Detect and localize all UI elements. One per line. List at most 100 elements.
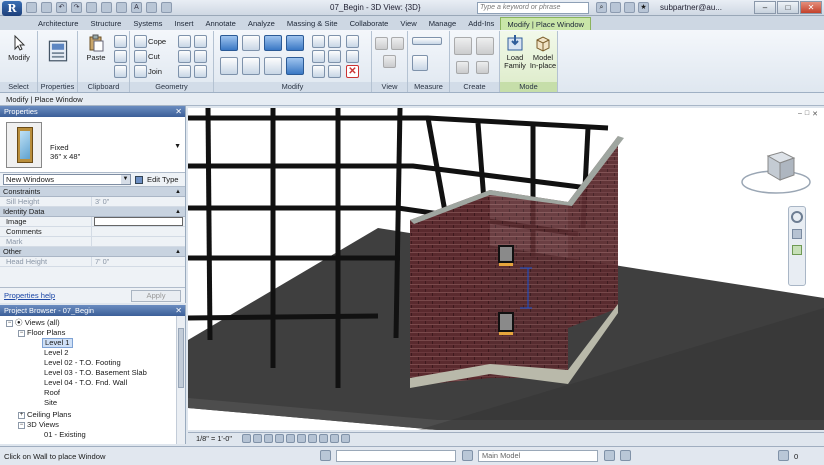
temporary-hide-icon[interactable]: [330, 434, 339, 443]
tree-node-site[interactable]: Site: [44, 398, 57, 408]
cut-geometry-icon[interactable]: [134, 50, 147, 63]
tree-node-01-existing[interactable]: 01 - Existing: [44, 430, 86, 440]
mirror-draw-icon[interactable]: [286, 35, 304, 51]
copy-element-icon[interactable]: [242, 57, 260, 75]
tree-node-roof[interactable]: Roof: [44, 388, 60, 398]
zoom-icon[interactable]: [792, 229, 802, 239]
linework-icon[interactable]: [383, 55, 396, 68]
split-gap-icon[interactable]: [328, 35, 341, 48]
browser-scrollbar[interactable]: [176, 316, 185, 444]
maximize-button[interactable]: □: [777, 1, 799, 14]
search-icon[interactable]: ⌕: [596, 2, 607, 13]
crop-view-icon[interactable]: [297, 434, 306, 443]
show-crop-icon[interactable]: [308, 434, 317, 443]
override-graphics-icon[interactable]: [391, 37, 404, 50]
load-family-button[interactable]: Load Family: [501, 34, 529, 70]
create-group-icon[interactable]: [456, 61, 469, 74]
tab-modify-place-window[interactable]: Modify | Place Window: [500, 17, 592, 30]
visual-style-icon[interactable]: [253, 434, 262, 443]
mark-field[interactable]: [92, 237, 185, 246]
tab-massing-site[interactable]: Massing & Site: [281, 17, 344, 30]
paint-icon[interactable]: [194, 35, 207, 48]
close-icon[interactable]: ✕: [175, 305, 182, 316]
redo-icon[interactable]: ↷: [71, 2, 82, 13]
tab-analyze[interactable]: Analyze: [242, 17, 281, 30]
match-type-icon[interactable]: [114, 65, 127, 78]
unlock-3d-icon[interactable]: [319, 434, 328, 443]
tab-manage[interactable]: Manage: [423, 17, 462, 30]
tab-insert[interactable]: Insert: [168, 17, 199, 30]
mirror-axis-icon[interactable]: [264, 35, 282, 51]
measure-distance-icon[interactable]: [412, 37, 442, 45]
tab-add-ins[interactable]: Add-Ins: [462, 17, 500, 30]
design-option-select[interactable]: Main Model: [478, 450, 598, 462]
tab-collaborate[interactable]: Collaborate: [344, 17, 395, 30]
type-selector[interactable]: Fixed 36" x 48" ▼: [0, 117, 185, 173]
collapse-icon[interactable]: ▲: [175, 247, 181, 257]
wall-joins-icon[interactable]: [178, 50, 191, 63]
delete-icon[interactable]: ✕: [346, 65, 359, 78]
collapse-icon[interactable]: −: [6, 319, 13, 327]
section-icon[interactable]: [161, 2, 172, 13]
array-icon[interactable]: [312, 50, 325, 63]
modify-button[interactable]: Modify: [3, 34, 35, 62]
chevron-down-icon[interactable]: ▼: [174, 143, 181, 150]
search-input[interactable]: Type a keyword or phrase: [477, 2, 589, 14]
group-constraints[interactable]: Constraints ▲: [0, 187, 185, 197]
apply-button[interactable]: Apply: [131, 290, 181, 302]
align-icon[interactable]: [220, 35, 238, 51]
text-icon[interactable]: A: [131, 2, 142, 13]
subscription-icon[interactable]: [610, 2, 621, 13]
create-similar-icon[interactable]: [476, 61, 489, 74]
pin-icon[interactable]: [346, 35, 359, 48]
measure-icon[interactable]: [101, 2, 112, 13]
model-inplace-button[interactable]: Model In-place: [529, 34, 557, 70]
shadows-icon[interactable]: [275, 434, 284, 443]
trim-single-icon[interactable]: [312, 65, 325, 78]
editable-only-icon[interactable]: [462, 450, 473, 461]
join-icon[interactable]: [134, 65, 147, 78]
tree-node-3d-views[interactable]: −3D Views: [18, 420, 59, 430]
tree-node-views-all[interactable]: − ⦿ Views (all): [6, 318, 60, 328]
press-drag-icon[interactable]: [620, 450, 631, 461]
render-icon[interactable]: [286, 434, 295, 443]
expand-icon[interactable]: +: [18, 411, 25, 419]
tab-view[interactable]: View: [394, 17, 422, 30]
detail-level-icon[interactable]: [242, 434, 251, 443]
create-assembly-icon[interactable]: [454, 37, 472, 55]
print-icon[interactable]: [86, 2, 97, 13]
cope-label[interactable]: Cope: [148, 37, 166, 46]
move-icon[interactable]: [220, 57, 238, 75]
tree-node-level-1[interactable]: Level 1: [42, 338, 73, 348]
viewcube[interactable]: [736, 146, 816, 198]
minimize-button[interactable]: –: [754, 1, 776, 14]
trim-multiple-icon[interactable]: [328, 65, 341, 78]
scale-icon[interactable]: [328, 50, 341, 63]
tree-node-level-02[interactable]: Level 02 - T.O. Footing: [44, 358, 121, 368]
image-field[interactable]: [94, 217, 183, 226]
window-instance[interactable]: [498, 312, 514, 332]
properties-help-link[interactable]: Properties help: [4, 291, 55, 300]
cope-icon[interactable]: [134, 35, 147, 48]
collapse-icon[interactable]: ▲: [175, 187, 181, 197]
collapse-icon[interactable]: −: [18, 421, 25, 429]
cut-icon[interactable]: [114, 35, 127, 48]
navigation-bar[interactable]: [788, 206, 806, 286]
save-icon[interactable]: [41, 2, 52, 13]
paste-button[interactable]: Paste: [80, 34, 112, 62]
panel-select-title[interactable]: Select: [0, 82, 37, 92]
edit-type-icon[interactable]: [135, 175, 143, 184]
rotate-icon[interactable]: [264, 57, 282, 75]
view-scale[interactable]: 1/8" = 1'-0": [196, 433, 232, 444]
hammer-icon[interactable]: [194, 65, 207, 78]
tab-architecture[interactable]: Architecture: [32, 17, 85, 30]
pan-icon[interactable]: [792, 245, 802, 255]
favorites-icon[interactable]: ★: [638, 2, 649, 13]
default-3d-view-icon[interactable]: [146, 2, 157, 13]
steering-wheel-icon[interactable]: [791, 211, 803, 223]
offset-icon[interactable]: [242, 35, 260, 51]
open-icon[interactable]: [26, 2, 37, 13]
design-options-icon[interactable]: [604, 450, 615, 461]
tree-node-level-2[interactable]: Level 2: [44, 348, 69, 358]
filter-icon[interactable]: [778, 450, 789, 461]
